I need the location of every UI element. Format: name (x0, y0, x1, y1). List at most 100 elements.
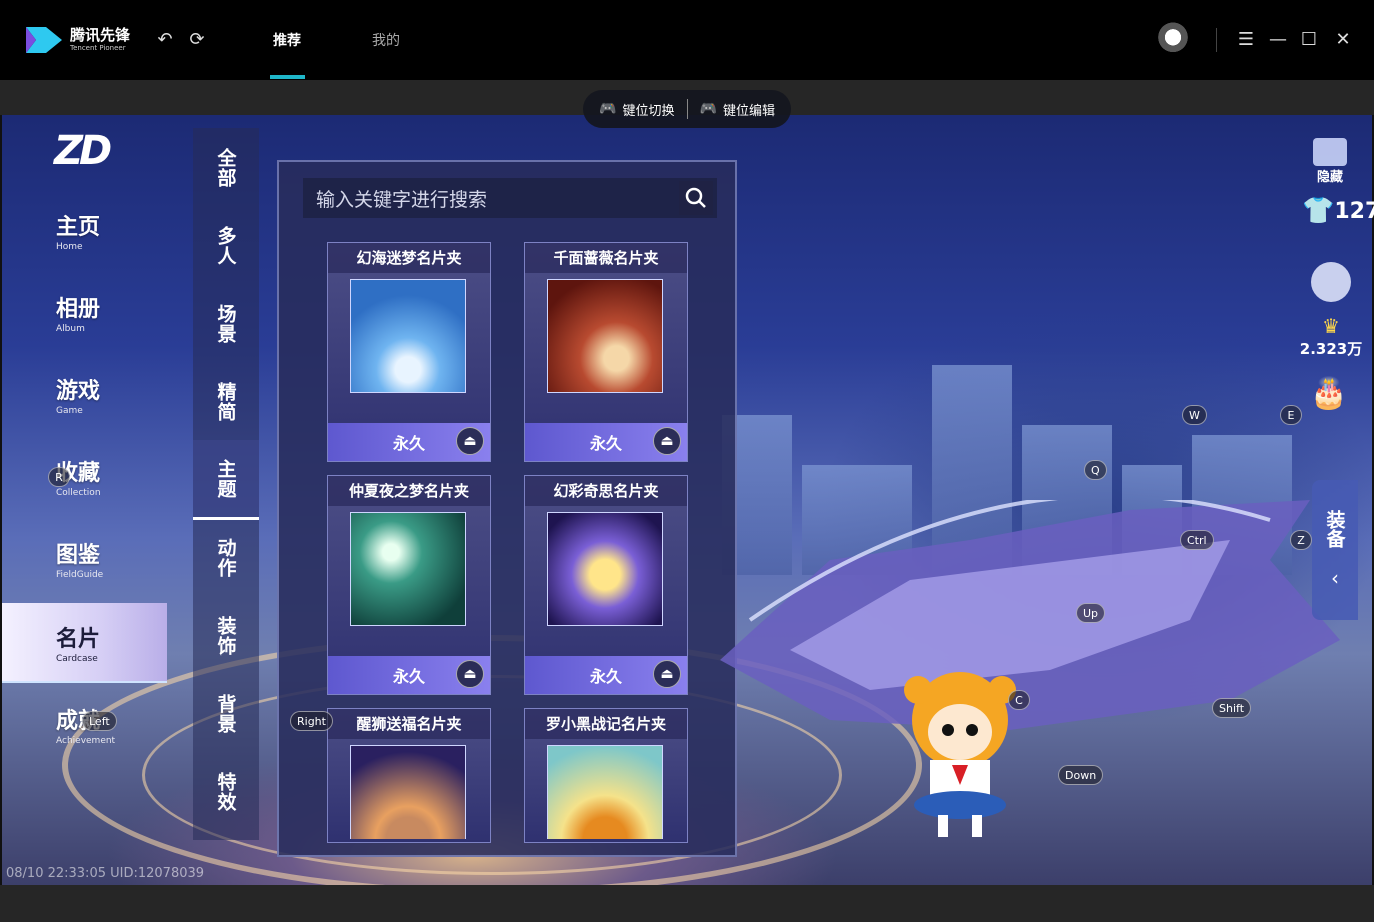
card-item[interactable]: 幻彩奇思名片夹 永久 ⏏ (524, 475, 688, 695)
nav-item-album[interactable]: 相册 Album (2, 272, 167, 352)
nav-label: 图鉴 (56, 542, 101, 568)
category-theme[interactable]: 主题 (193, 440, 259, 520)
character-illustration (904, 672, 1016, 837)
refresh-icon[interactable]: ⟳ (186, 28, 208, 50)
shirt-icon: 👕 (1302, 196, 1335, 226)
category-effect[interactable]: 特效 (193, 752, 259, 832)
nav-item-collection[interactable]: 收藏 Collection (2, 436, 167, 516)
card-thumbnail (350, 279, 466, 393)
category-action[interactable]: 动作 (193, 518, 259, 598)
card-item[interactable]: 罗小黑战记名片夹 (524, 708, 688, 843)
eject-icon[interactable]: ⏏ (653, 660, 681, 688)
search-button[interactable] (679, 181, 713, 215)
pet-button[interactable] (1310, 262, 1352, 302)
nav-item-cardcase[interactable]: 名片 Cardcase (2, 603, 167, 683)
nav-item-home[interactable]: 主页 Home (2, 190, 167, 270)
card-title: 幻海迷梦名片夹 (328, 243, 490, 273)
keymap-edit-label: 键位编辑 (722, 103, 775, 119)
card-title: 仲夏夜之梦名片夹 (328, 476, 490, 506)
keymap-bar: 🎮 键位切换 🎮 键位编辑 (583, 90, 791, 128)
key-hint-right: Right (290, 711, 333, 731)
nav-label: 相册 (56, 296, 101, 322)
nav-sublabel: Album (56, 323, 85, 334)
key-hint-shift: Shift (1212, 698, 1252, 718)
card-item[interactable]: 千面蔷薇名片夹 永久 ⏏ (524, 242, 688, 462)
nav-label: 收藏 (56, 460, 101, 486)
game-logo: ZD (54, 128, 112, 174)
app-logo: 腾讯先锋 Tencent Pioneer (24, 22, 134, 58)
nav-label: 名片 (56, 626, 101, 652)
nav-sublabel: FieldGuide (56, 569, 104, 580)
nav-sublabel: Cardcase (56, 653, 98, 664)
card-thumbnail (350, 512, 466, 626)
hide-label: 隐藏 (1316, 170, 1343, 185)
status-line: 08/10 22:33:05 UID:12078039 (6, 866, 205, 881)
keymap-switch-button[interactable]: 🎮 键位切换 (599, 100, 674, 119)
pet-icon (1311, 262, 1351, 302)
gamepad-icon: 🎮 (599, 101, 617, 117)
equip-tab[interactable]: 装备 ‹ (1312, 480, 1358, 620)
category-decoration[interactable]: 装饰 (193, 596, 259, 676)
divider (686, 99, 688, 119)
nav-sublabel: Collection (56, 487, 101, 498)
nav-sublabel: Game (56, 405, 83, 416)
pioneer-logo-icon (26, 27, 62, 53)
eject-icon[interactable]: ⏏ (456, 660, 484, 688)
key-hint-w: W (1182, 405, 1207, 425)
tab-mine[interactable]: 我的 (372, 30, 400, 50)
tab-recommend[interactable]: 推荐 (273, 30, 301, 50)
coin-value: 2.323万 (1299, 340, 1363, 358)
card-title: 醒狮送福名片夹 (328, 709, 490, 739)
gamepad-icon: 🎮 (699, 101, 717, 117)
card-thumbnail (350, 745, 466, 839)
back-icon[interactable]: ↶ (154, 28, 176, 50)
keymap-edit-button[interactable]: 🎮 键位编辑 (700, 100, 775, 119)
eject-icon[interactable]: ⏏ (653, 427, 681, 455)
cake-icon[interactable]: 🎂 (1306, 376, 1352, 411)
category-list: 全部 多人 场景 精简 主题 动作 装饰 背景 特效 (193, 128, 259, 840)
nav-label: 主页 (56, 214, 101, 240)
title-bar: 腾讯先锋 Tencent Pioneer ↶ ⟳ 推荐 我的 ☰ — ☐ ✕ (0, 0, 1374, 80)
bottom-strip (0, 885, 1374, 922)
close-icon[interactable]: ✕ (1332, 28, 1354, 50)
crown-icon (1313, 138, 1347, 166)
card-item[interactable]: 醒狮送福名片夹 (327, 708, 491, 843)
category-scene[interactable]: 场景 (193, 284, 259, 364)
search-bar[interactable]: 输入关键字进行搜索 (303, 178, 717, 218)
outfit-count[interactable]: 👕 127 (1302, 196, 1374, 226)
nav-item-fieldguide[interactable]: 图鉴 FieldGuide (2, 518, 167, 598)
card-item[interactable]: 幻海迷梦名片夹 永久 ⏏ (327, 242, 491, 462)
search-icon (685, 187, 706, 208)
avatar[interactable] (1154, 22, 1192, 56)
equip-label: 装备 (1323, 510, 1346, 548)
coin-display[interactable]: ♛ 2.323万 (1296, 314, 1366, 359)
nav-item-game[interactable]: 游戏 Game (2, 354, 167, 434)
card-item[interactable]: 仲夏夜之梦名片夹 永久 ⏏ (327, 475, 491, 695)
card-title: 幻彩奇思名片夹 (525, 476, 687, 506)
key-hint-z: Z (1290, 530, 1312, 550)
card-thumbnail (547, 745, 663, 839)
category-simple[interactable]: 精简 (193, 362, 259, 442)
card-title: 千面蔷薇名片夹 (525, 243, 687, 273)
key-hint-left: Left (82, 711, 117, 731)
category-multiplayer[interactable]: 多人 (193, 206, 259, 286)
category-all[interactable]: 全部 (193, 128, 259, 208)
eject-icon[interactable]: ⏏ (456, 427, 484, 455)
card-thumbnail (547, 512, 663, 626)
key-hint-up: Up (1076, 603, 1106, 623)
card-thumbnail (547, 279, 663, 393)
maximize-icon[interactable]: ☐ (1298, 28, 1320, 50)
category-background[interactable]: 背景 (193, 674, 259, 754)
menu-icon[interactable]: ☰ (1235, 28, 1257, 50)
active-tab-indicator (270, 75, 305, 79)
search-input[interactable]: 输入关键字进行搜索 (303, 185, 679, 212)
hide-button[interactable]: 隐藏 (1306, 138, 1354, 185)
keymap-switch-label: 键位切换 (622, 103, 675, 119)
card-title: 罗小黑战记名片夹 (525, 709, 687, 739)
chevron-left-icon: ‹ (1331, 566, 1339, 590)
nav-label: 游戏 (56, 378, 101, 404)
vehicle-illustration (720, 500, 1340, 730)
logo-text: 腾讯先锋 (70, 26, 131, 44)
minimize-icon[interactable]: — (1267, 28, 1289, 50)
coin-icon: ♛ (1322, 314, 1340, 338)
